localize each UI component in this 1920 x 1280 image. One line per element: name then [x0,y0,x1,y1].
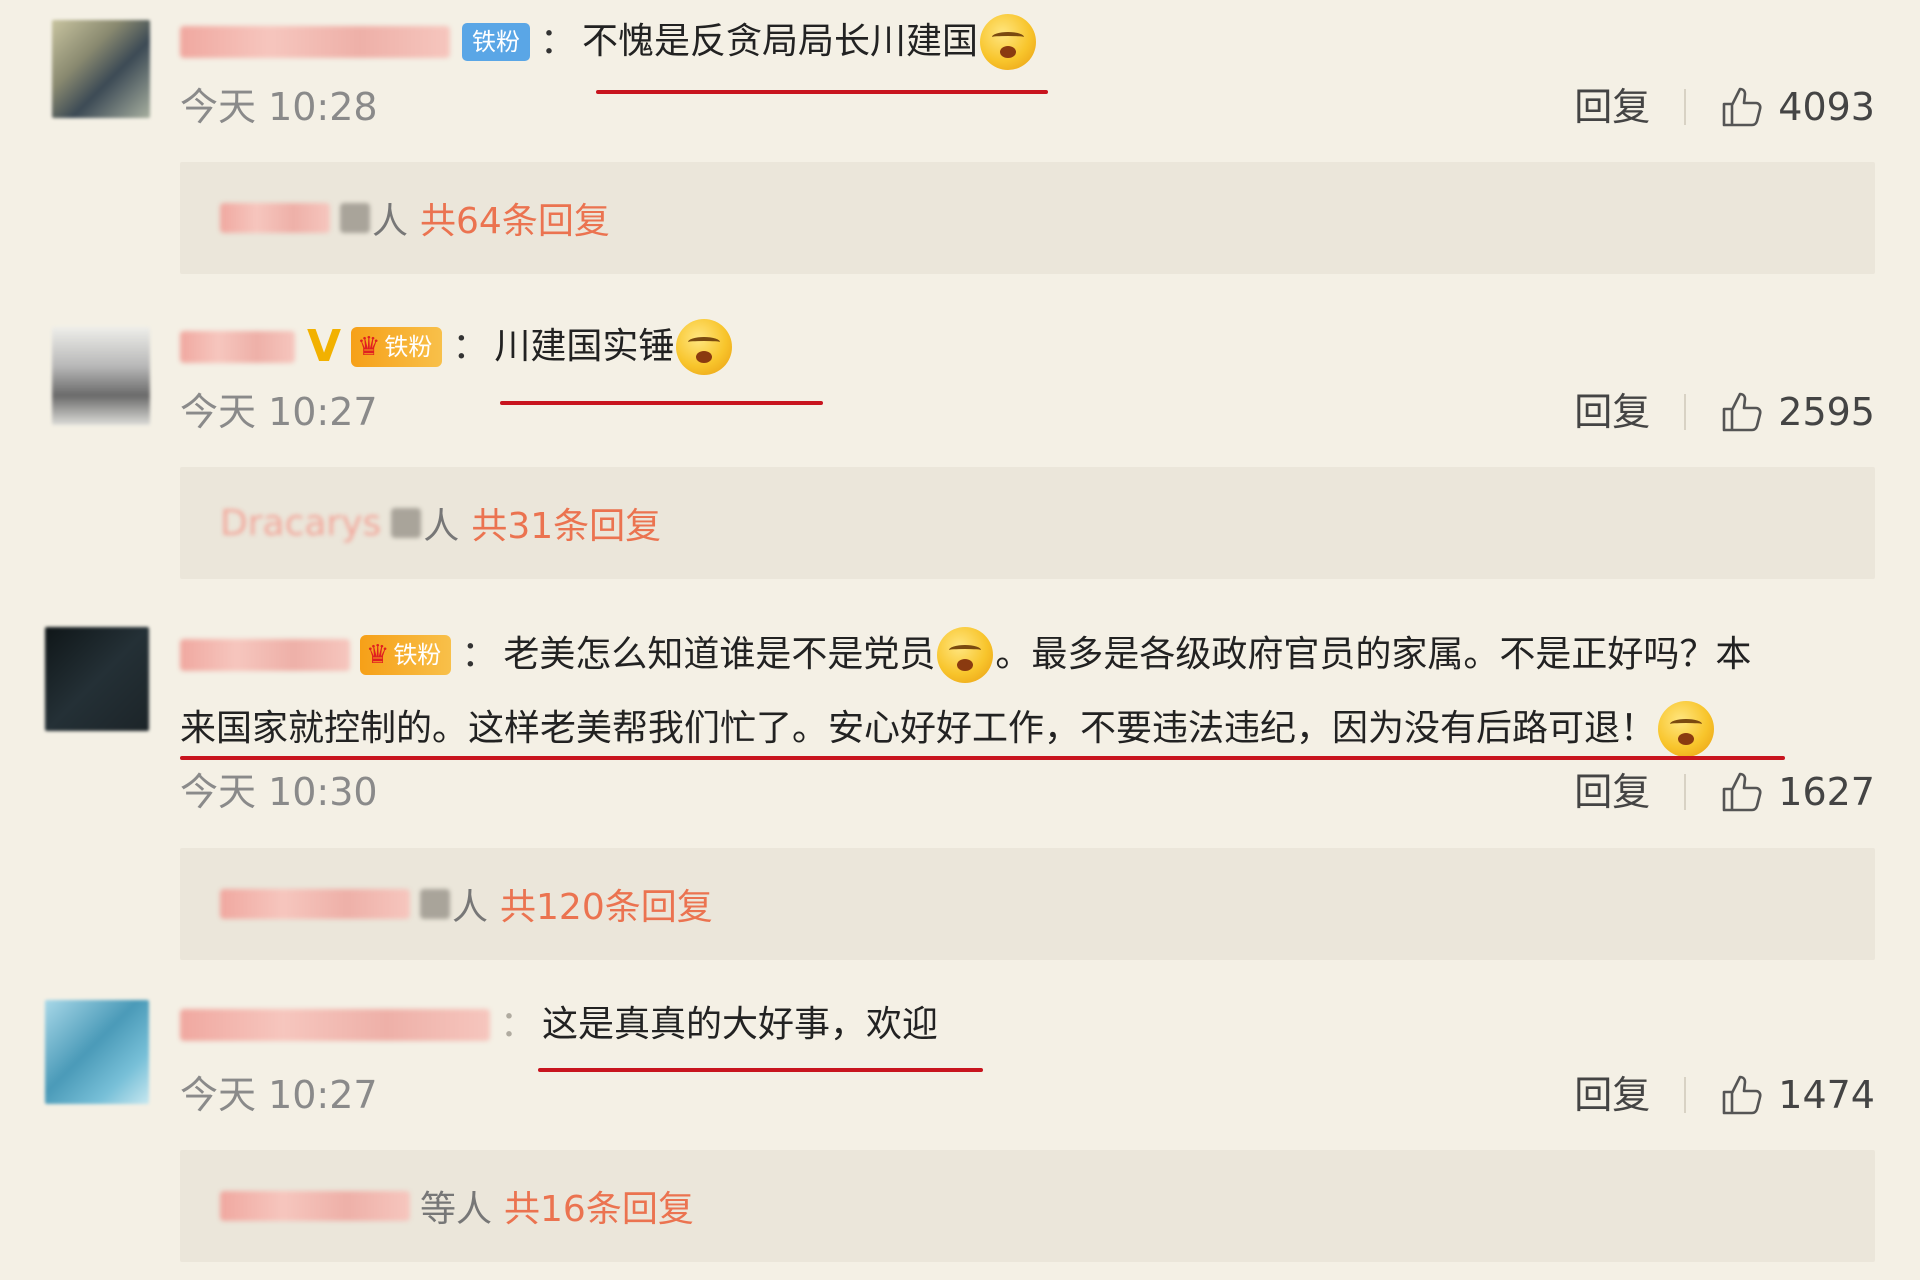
thumbs-up-icon[interactable] [1720,390,1764,434]
like-count: 1627 [1778,770,1875,814]
username-blurred[interactable] [180,26,450,58]
replies-total-link[interactable]: 共64条回复 [420,192,610,244]
divider [1684,1077,1687,1113]
timestamp: 今天 10:27 [180,390,378,434]
comment-text-part3: 来国家就控制的。这样老美帮我们忙了。安心好好工作，不要违法违纪，因为没有后路可退… [180,708,1657,749]
fan-badge: 铁粉 [462,23,530,61]
reply-button[interactable]: 回复 [1574,767,1650,817]
comment-header: ♛ 铁粉 ： 老美怎么知道谁是不是党员 。最多是各级政府官员的家属。不是正好吗？本 [180,627,1751,683]
reply-username-blurred[interactable] [220,203,330,233]
sweat-emoji-icon [937,627,994,683]
avatar[interactable] [45,627,149,731]
like-count: 4093 [1778,85,1875,129]
comment-actions: 回复 1474 [1574,1070,1875,1120]
reply-username-blurred[interactable] [220,889,410,919]
deng-label: 等人 [420,1189,493,1230]
fan-badge: ♛ 铁粉 [351,327,443,367]
avatar[interactable] [45,1000,149,1104]
username-blurred[interactable] [180,331,295,363]
comment-text-part2: 。最多是各级政府官员的家属。不是正好吗？本 [995,634,1752,675]
comment-text-part1: 老美怎么知道谁是不是党员 [503,634,936,675]
divider [1684,774,1687,810]
deng-blurred [420,889,450,919]
username-blurred[interactable] [180,639,350,671]
divider [1684,394,1687,430]
crown-icon: ♛ [357,332,381,362]
reply-button[interactable]: 回复 [1574,1070,1650,1120]
avatar[interactable] [52,20,150,118]
comment-text: 这是真真的大好事，欢迎 [542,1004,939,1045]
crown-icon: ♛ [366,640,390,670]
fan-badge: ♛ 铁粉 [360,635,452,675]
comment-actions: 回复 1627 [1574,767,1875,817]
verified-v-icon: V [307,321,342,372]
avatar[interactable] [52,327,150,425]
comment-actions: 回复 2595 [1574,387,1875,437]
comment-header: ： 这是真真的大好事，欢迎 [180,1000,938,1050]
thumbs-up-icon[interactable] [1720,85,1764,129]
red-underline [500,401,823,405]
replies-summary: 人 共64条回复 [180,162,1875,274]
replies-total-link[interactable]: 共16条回复 [504,1180,694,1232]
laughing-tears-emoji-icon [676,319,733,375]
reply-username[interactable]: Dracarys [220,503,381,544]
replies-total-link[interactable]: 共31条回复 [471,497,661,549]
red-underline [538,1068,983,1072]
deng-blurred [340,203,370,233]
red-underline [180,756,1785,760]
comment-text: 不愧是反贪局局长川建国 [582,21,979,62]
comment-text-line2: 来国家就控制的。这样老美帮我们忙了。安心好好工作，不要违法违纪，因为没有后路可退… [180,701,1716,757]
like-count: 2595 [1778,390,1875,434]
comment-header: V ♛ 铁粉 ： 川建国实锤 [180,319,734,375]
red-underline [596,90,1048,94]
username-blurred[interactable] [180,1009,490,1041]
deng-blurred [391,508,422,538]
divider [1684,89,1687,125]
timestamp: 今天 10:28 [180,85,378,129]
crying-emoji-icon [980,14,1037,70]
replies-summary: Dracarys 人 共31条回复 [180,467,1875,579]
like-count: 1474 [1778,1073,1875,1117]
comment-text: 川建国实锤 [494,326,675,367]
reply-button[interactable]: 回复 [1574,387,1650,437]
comment-actions: 回复 4093 [1574,82,1875,132]
crying-emoji-icon [1658,701,1715,757]
reply-button[interactable]: 回复 [1574,82,1650,132]
replies-total-link[interactable]: 共120条回复 [500,878,713,930]
replies-summary: 人 共120条回复 [180,848,1875,960]
comment-header: 铁粉 ： 不愧是反贪局局长川建国 [180,14,1038,70]
timestamp: 今天 10:30 [180,770,378,814]
replies-summary: 等人 共16条回复 [180,1150,1875,1262]
reply-username-blurred[interactable] [220,1191,410,1221]
deng-label: 人 [372,201,409,242]
thumbs-up-icon[interactable] [1720,770,1764,814]
thumbs-up-icon[interactable] [1720,1073,1764,1117]
deng-label: 人 [452,887,489,928]
deng-label: 人 [423,506,460,547]
timestamp: 今天 10:27 [180,1073,378,1117]
